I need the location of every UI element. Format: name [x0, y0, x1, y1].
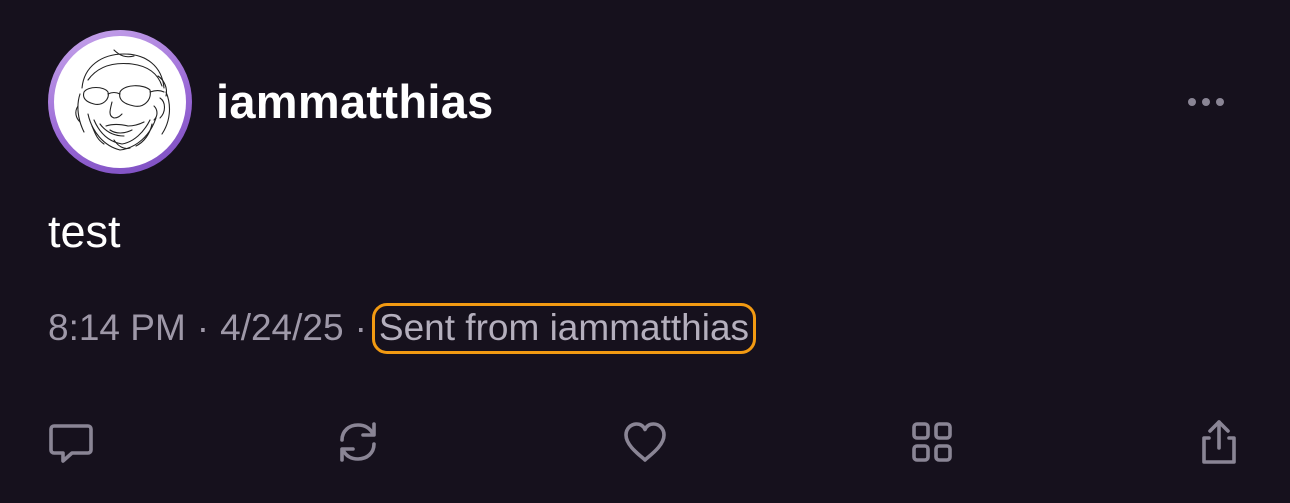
post-date: 4/24/25 [220, 307, 344, 348]
reply-button[interactable] [47, 418, 95, 466]
grid-icon [912, 422, 952, 462]
chat-bubble-icon [49, 424, 93, 463]
post-time: 8:14 PM [48, 307, 186, 348]
repost-button[interactable] [334, 418, 382, 466]
meta-separator: · [354, 307, 367, 348]
action-bar [0, 418, 1290, 468]
repost-arrows-icon [340, 422, 376, 462]
apps-button[interactable] [908, 418, 956, 466]
source-app-link[interactable]: Sent from iammatthias [371, 302, 757, 354]
like-button[interactable] [621, 418, 669, 466]
more-options-button[interactable] [1180, 88, 1232, 116]
ellipsis-horizontal-icon [1188, 98, 1224, 106]
post-meta: 8:14 PM · 4/24/25 · Sent from iammatthia… [48, 302, 757, 354]
share-upload-icon [1202, 420, 1236, 464]
sketch-portrait-icon [75, 49, 171, 151]
avatar[interactable] [48, 30, 192, 174]
post-card: iammatthias test 8:14 PM · 4/24/25 · Sen… [0, 0, 1290, 503]
avatar-image [54, 36, 186, 168]
username[interactable]: iammatthias [216, 74, 494, 130]
share-button[interactable] [1195, 418, 1243, 466]
meta-separator: · [196, 307, 210, 348]
post-text: test [48, 206, 121, 257]
heart-icon [624, 422, 666, 462]
